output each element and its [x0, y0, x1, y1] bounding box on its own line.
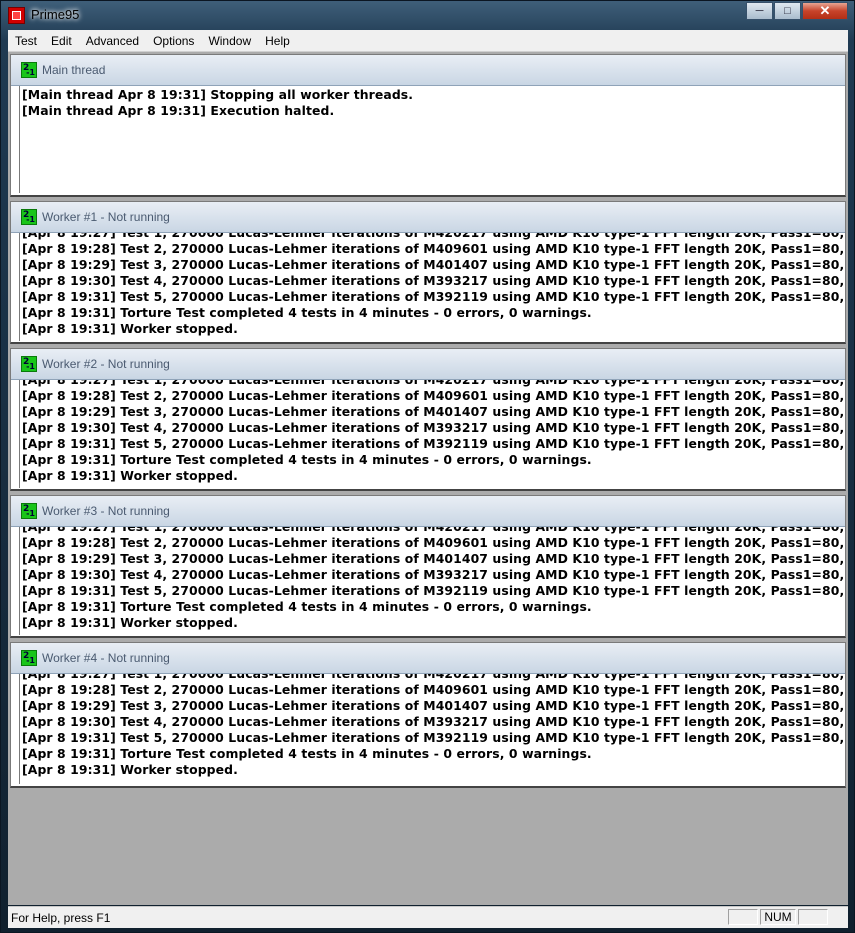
pane-title: Main thread	[42, 63, 106, 77]
log-line: [Apr 8 19:28] Test 2, 270000 Lucas-Lehme…	[22, 535, 843, 550]
prime95-pane-icon: 2 -1	[21, 62, 37, 78]
prime95-pane-icon: 2 -1	[21, 503, 37, 519]
menu-window[interactable]: Window	[201, 34, 258, 48]
menu-bar: Test Edit Advanced Options Window Help	[8, 30, 848, 52]
status-num-indicator: NUM	[760, 909, 796, 925]
title-bar[interactable]: Prime95 ─ □ ✕	[1, 1, 854, 30]
log-line: [Apr 8 19:31] Worker stopped.	[22, 615, 238, 630]
pane-worker-1[interactable]: 2-1 Worker #1 - Not running [Apr 8 19:27…	[10, 201, 846, 344]
log-line: [Apr 8 19:28] Test 2, 270000 Lucas-Lehme…	[22, 388, 843, 403]
menu-options[interactable]: Options	[146, 34, 201, 48]
window-title: Prime95	[31, 7, 80, 22]
log-line: [Apr 8 19:27] Test 1, 270000 Lucas-Lehme…	[20, 527, 843, 535]
prime95-pane-icon: 2 -1	[21, 650, 37, 666]
log-line: [Apr 8 19:27] Test 1, 270000 Lucas-Lehme…	[20, 674, 843, 682]
pane-title-bar[interactable]: 2 -1 Main thread	[11, 55, 845, 86]
log-line: [Main thread Apr 8 19:31] Stopping all w…	[22, 87, 414, 102]
pane-title: Worker #3 - Not running	[42, 504, 170, 518]
log-line: [Apr 8 19:30] Test 4, 270000 Lucas-Lehme…	[22, 567, 843, 582]
log-line: [Apr 8 19:29] Test 3, 270000 Lucas-Lehme…	[22, 257, 843, 272]
log-line: [Apr 8 19:29] Test 3, 270000 Lucas-Lehme…	[22, 551, 843, 566]
log-line: [Apr 8 19:28] Test 2, 270000 Lucas-Lehme…	[22, 682, 843, 697]
log-line: [Apr 8 19:29] Test 3, 270000 Lucas-Lehme…	[22, 404, 843, 419]
mdi-client-area: 2 -1 Main thread [Main thread Apr 8 19:31…	[8, 52, 848, 905]
log-area[interactable]: [Apr 8 19:27] Test 1, 270000 Lucas-Lehme…	[19, 233, 843, 341]
close-button[interactable]: ✕	[802, 2, 848, 20]
pane-title: Worker #1 - Not running	[42, 210, 170, 224]
pane-worker-4[interactable]: 2-1 Worker #4 - Not running [Apr 8 19:27…	[10, 642, 846, 788]
pane-title: Worker #2 - Not running	[42, 357, 170, 371]
log-area[interactable]: [Apr 8 19:27] Test 1, 270000 Lucas-Lehme…	[19, 380, 843, 488]
menu-help[interactable]: Help	[258, 34, 297, 48]
pane-title-bar[interactable]: 2 -1 Worker #2 - Not running	[11, 349, 845, 380]
pane-title: Worker #4 - Not running	[42, 651, 170, 665]
log-area[interactable]: [Main thread Apr 8 19:31] Stopping all w…	[19, 86, 843, 193]
pane-main-thread[interactable]: 2 -1 Main thread [Main thread Apr 8 19:31…	[10, 54, 846, 197]
menu-edit[interactable]: Edit	[44, 34, 79, 48]
minimize-button[interactable]: ─	[746, 2, 773, 20]
log-line: [Apr 8 19:31] Test 5, 270000 Lucas-Lehme…	[22, 730, 843, 745]
log-line: [Apr 8 19:31] Test 5, 270000 Lucas-Lehme…	[22, 436, 843, 451]
log-line: [Apr 8 19:31] Worker stopped.	[22, 468, 238, 483]
pane-worker-3[interactable]: 2-1 Worker #3 - Not running [Apr 8 19:27…	[10, 495, 846, 638]
menu-advanced[interactable]: Advanced	[79, 34, 146, 48]
log-line: [Apr 8 19:27] Test 1, 270000 Lucas-Lehme…	[20, 380, 843, 388]
status-help-text: For Help, press F1	[11, 911, 111, 925]
log-line: [Apr 8 19:27] Test 1, 270000 Lucas-Lehme…	[20, 233, 843, 241]
log-line: [Apr 8 19:31] Torture Test completed 4 t…	[22, 746, 592, 761]
log-line: [Apr 8 19:31] Test 5, 270000 Lucas-Lehme…	[22, 583, 843, 598]
pane-title-bar[interactable]: 2 -1 Worker #4 - Not running	[11, 643, 845, 674]
maximize-button[interactable]: □	[774, 2, 801, 20]
log-line: [Apr 8 19:29] Test 3, 270000 Lucas-Lehme…	[22, 698, 843, 713]
log-area[interactable]: [Apr 8 19:27] Test 1, 270000 Lucas-Lehme…	[19, 527, 843, 635]
status-scroll-indicator	[798, 909, 828, 925]
log-line: [Apr 8 19:28] Test 2, 270000 Lucas-Lehme…	[22, 241, 843, 256]
log-line: [Apr 8 19:31] Torture Test completed 4 t…	[22, 452, 592, 467]
status-bar: For Help, press F1 NUM	[8, 906, 848, 928]
log-line: [Apr 8 19:31] Worker stopped.	[22, 321, 238, 336]
pane-worker-2[interactable]: 2-1 Worker #2 - Not running [Apr 8 19:27…	[10, 348, 846, 491]
log-area[interactable]: [Apr 8 19:27] Test 1, 270000 Lucas-Lehme…	[19, 674, 843, 784]
prime95-window: Prime95 ─ □ ✕ Test Edit Advanced Options…	[0, 0, 855, 933]
pane-title-bar[interactable]: 2 -1 Worker #3 - Not running	[11, 496, 845, 527]
menu-test[interactable]: Test	[8, 34, 44, 48]
log-line: [Apr 8 19:31] Test 5, 270000 Lucas-Lehme…	[22, 289, 843, 304]
status-caps-indicator	[728, 909, 758, 925]
log-line: [Apr 8 19:30] Test 4, 270000 Lucas-Lehme…	[22, 420, 843, 435]
log-line: [Apr 8 19:31] Torture Test completed 4 t…	[22, 305, 592, 320]
log-line: [Apr 8 19:30] Test 4, 270000 Lucas-Lehme…	[22, 714, 843, 729]
prime95-pane-icon: 2 -1	[21, 209, 37, 225]
prime95-pane-icon: 2 -1	[21, 356, 37, 372]
prime95-app-icon[interactable]	[8, 7, 25, 24]
pane-title-bar[interactable]: 2 -1 Worker #1 - Not running	[11, 202, 845, 233]
log-line: [Apr 8 19:31] Worker stopped.	[22, 762, 238, 777]
log-line: [Apr 8 19:31] Torture Test completed 4 t…	[22, 599, 592, 614]
log-line: [Apr 8 19:30] Test 4, 270000 Lucas-Lehme…	[22, 273, 843, 288]
log-line: [Main thread Apr 8 19:31] Execution halt…	[22, 103, 335, 118]
